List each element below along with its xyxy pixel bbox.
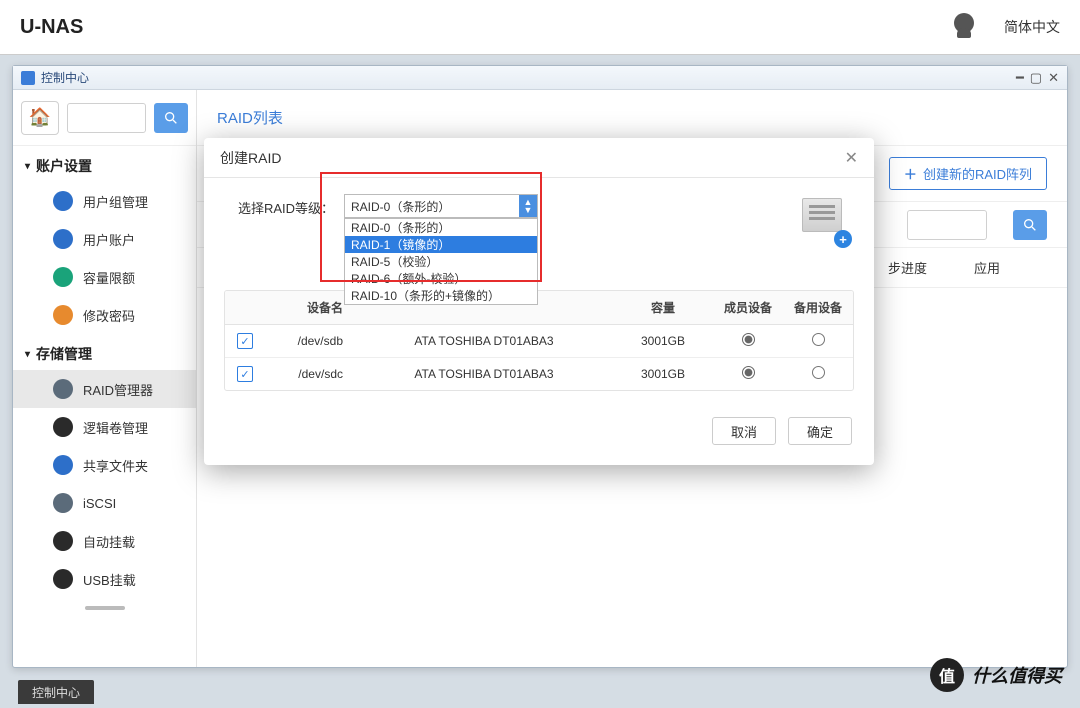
device-capacity: 3001GB: [613, 359, 713, 389]
row-checkbox[interactable]: ✓: [237, 366, 253, 382]
sidebar-item-label: USB挂载: [83, 570, 136, 589]
sidebar-item-icon: [53, 569, 73, 589]
device-row: ✓ /dev/sdbATA TOSHIBA DT01ABA33001GB: [225, 325, 853, 358]
home-button[interactable]: 🏠: [21, 101, 59, 135]
window-title: 控制中心: [41, 69, 89, 86]
sidebar-search-input[interactable]: [67, 103, 146, 133]
user-icon[interactable]: [954, 19, 974, 35]
sidebar: 🏠 账户设置用户组管理用户账户容量限额修改密码存储管理 RAID管理器逻辑卷管理共…: [13, 90, 197, 667]
sidebar-item-label: 用户账户: [83, 230, 135, 249]
sidebar-item-label: 用户组管理: [83, 192, 148, 211]
sidebar-item-icon: [53, 493, 73, 513]
sidebar-item-icon: [53, 417, 73, 437]
sidebar-item-icon: [53, 229, 73, 249]
language-switch[interactable]: 简体中文: [1004, 17, 1060, 37]
sidebar-item-label: 自动挂载: [83, 532, 135, 551]
device-capacity: 3001GB: [613, 326, 713, 356]
sidebar-item[interactable]: 逻辑卷管理: [13, 408, 196, 446]
plus-icon: ＋: [904, 164, 917, 183]
raid-level-dropdown[interactable]: RAID-0（条形的）RAID-1（镜像的）RAID-5（校验）RAID-6（额…: [344, 218, 538, 305]
device-table: 设备名 容量 成员设备 备用设备 ✓/dev/sdbATA TOSHIBA DT…: [224, 290, 854, 391]
sidebar-item-icon: [53, 531, 73, 551]
close-icon[interactable]: ✕: [1048, 70, 1059, 86]
sidebar-item[interactable]: 容量限额: [13, 258, 196, 296]
member-radio[interactable]: [742, 333, 755, 346]
search-icon: [1022, 217, 1038, 233]
device-model: ATA TOSHIBA DT01ABA3: [355, 326, 613, 356]
raid-level-label: 选择RAID等级：: [224, 194, 334, 217]
member-radio[interactable]: [742, 366, 755, 379]
raid-level-select[interactable]: RAID-0（条形的） ▲▼: [344, 194, 538, 218]
sidebar-item[interactable]: 用户组管理: [13, 182, 196, 220]
disk-icon: +: [802, 198, 846, 242]
sidebar-scrollbar[interactable]: [85, 606, 125, 610]
sidebar-group-header[interactable]: 存储管理: [13, 334, 196, 370]
create-raid-modal: 创建RAID ✕ 选择RAID等级： RAID-0（条形的） ▲▼ RAID-0…: [204, 138, 874, 465]
sidebar-item[interactable]: 用户账户: [13, 220, 196, 258]
sidebar-item-label: iSCSI: [83, 496, 116, 511]
device-row: ✓ /dev/sdcATA TOSHIBA DT01ABA33001GB: [225, 358, 853, 390]
window-icon: [21, 71, 35, 85]
watermark: 值 什么值得买: [930, 658, 1062, 692]
sidebar-item[interactable]: iSCSI: [13, 484, 196, 522]
search-icon: [163, 110, 179, 126]
brand: U-NAS: [20, 16, 83, 39]
main-search-input[interactable]: [907, 210, 987, 240]
sidebar-item[interactable]: USB挂载: [13, 560, 196, 598]
sidebar-item-icon: [53, 191, 73, 211]
plus-badge-icon: +: [834, 230, 852, 248]
modal-close-button[interactable]: ✕: [845, 148, 858, 168]
sidebar-item-label: 容量限额: [83, 268, 135, 287]
sidebar-search-button[interactable]: [154, 103, 188, 133]
dropdown-option[interactable]: RAID-10（条形的+镜像的）: [345, 287, 537, 304]
row-checkbox[interactable]: ✓: [237, 333, 253, 349]
dropdown-option[interactable]: RAID-6（额外-校验）: [345, 270, 537, 287]
sidebar-item-label: 逻辑卷管理: [83, 418, 148, 437]
sidebar-group-header[interactable]: 账户设置: [13, 146, 196, 182]
sidebar-item-icon: [53, 305, 73, 325]
sidebar-item-label: 共享文件夹: [83, 456, 148, 475]
sidebar-item-label: RAID管理器: [83, 380, 153, 399]
main-search-button[interactable]: [1013, 210, 1047, 240]
sidebar-item-icon: [53, 379, 73, 399]
maximize-icon[interactable]: ▢: [1030, 70, 1042, 86]
sidebar-item[interactable]: 修改密码: [13, 296, 196, 334]
device-model: ATA TOSHIBA DT01ABA3: [355, 359, 613, 389]
spare-radio[interactable]: [812, 366, 825, 379]
device-name: /dev/sdc: [265, 359, 355, 389]
sidebar-item[interactable]: 共享文件夹: [13, 446, 196, 484]
watermark-text: 什么值得买: [972, 662, 1062, 688]
create-raid-button[interactable]: ＋ 创建新的RAID阵列: [889, 157, 1047, 190]
watermark-badge: 值: [930, 658, 964, 692]
window-titlebar[interactable]: 控制中心 ━ ▢ ✕: [13, 66, 1067, 90]
sidebar-item[interactable]: RAID管理器: [13, 370, 196, 408]
device-name: /dev/sdb: [265, 326, 355, 356]
minimize-icon[interactable]: ━: [1016, 70, 1024, 86]
dropdown-option[interactable]: RAID-1（镜像的）: [345, 236, 537, 253]
cancel-button[interactable]: 取消: [712, 417, 776, 445]
ok-button[interactable]: 确定: [788, 417, 852, 445]
spare-radio[interactable]: [812, 333, 825, 346]
dropdown-option[interactable]: RAID-0（条形的）: [345, 219, 537, 236]
modal-titlebar[interactable]: 创建RAID ✕: [204, 138, 874, 178]
main-tab[interactable]: RAID列表: [217, 107, 283, 128]
app-topbar: U-NAS 简体中文: [0, 0, 1080, 55]
sidebar-item-icon: [53, 455, 73, 475]
modal-title-text: 创建RAID: [220, 148, 281, 168]
sidebar-item[interactable]: 自动挂载: [13, 522, 196, 560]
taskbar-item[interactable]: 控制中心: [18, 680, 94, 704]
dropdown-option[interactable]: RAID-5（校验）: [345, 253, 537, 270]
sidebar-item-label: 修改密码: [83, 306, 135, 325]
sidebar-item-icon: [53, 267, 73, 287]
select-arrows-icon: ▲▼: [519, 195, 537, 217]
